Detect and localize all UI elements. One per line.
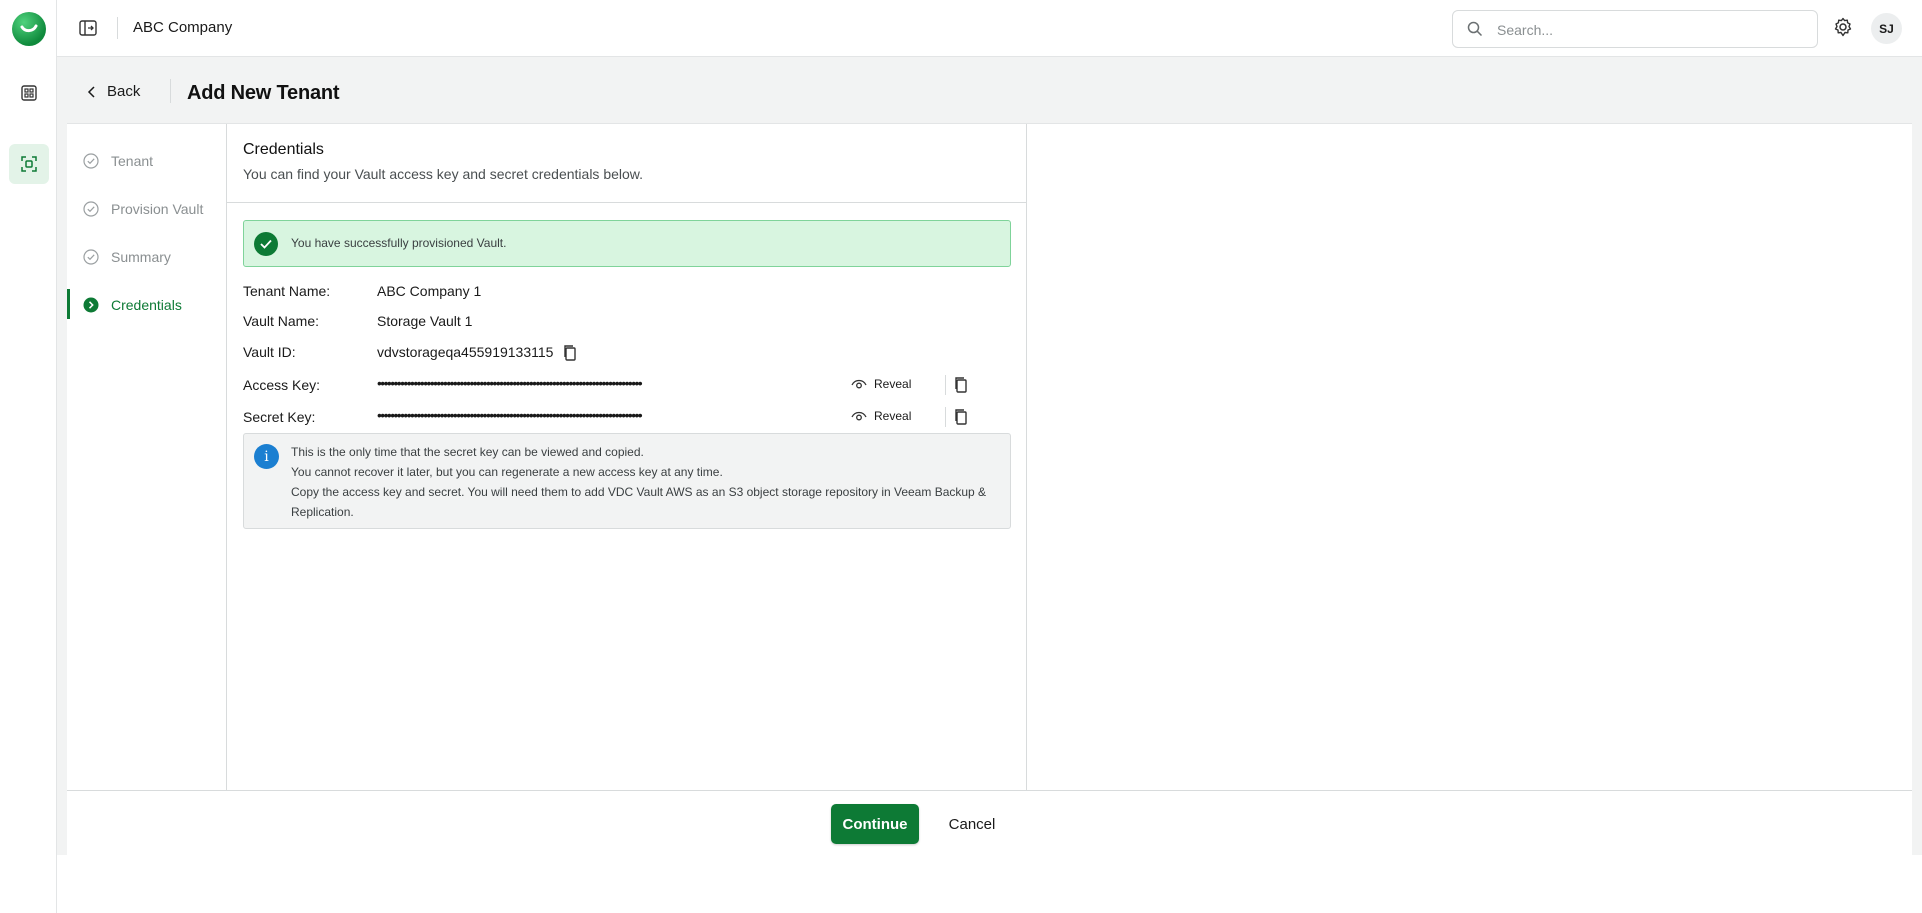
company-name: ABC Company xyxy=(133,19,233,36)
divider xyxy=(945,407,946,427)
success-check-icon xyxy=(254,232,278,256)
dashboard-icon xyxy=(21,85,37,101)
search-input[interactable] xyxy=(1497,20,1797,40)
info-line: This is the only time that the secret ke… xyxy=(291,445,644,459)
success-message: You have successfully provisioned Vault. xyxy=(291,236,507,250)
secret-key-label: Secret Key: xyxy=(243,409,316,425)
step-label: Provision Vault xyxy=(111,201,204,217)
step-current-icon xyxy=(83,297,99,313)
copy-access-key-icon[interactable] xyxy=(953,376,969,394)
vault-name-row: Vault Name: Storage Vault 1 xyxy=(243,311,1011,331)
logo-check-icon xyxy=(20,24,38,33)
back-button[interactable]: Back xyxy=(87,83,140,100)
copy-vault-id-icon[interactable] xyxy=(562,344,578,362)
eye-icon xyxy=(851,379,867,389)
info-text: This is the only time that the secret ke… xyxy=(291,442,991,522)
reveal-access-key-button[interactable]: Reveal xyxy=(851,377,911,391)
bottom-strip xyxy=(57,855,1922,913)
header-divider xyxy=(170,79,171,103)
right-pane xyxy=(1028,124,1912,791)
step-summary[interactable]: Summary xyxy=(67,243,227,271)
reveal-secret-key-button[interactable]: Reveal xyxy=(851,409,911,423)
secret-key-row: Secret Key: ••••••••••••••••••••••••••••… xyxy=(243,407,1011,427)
vault-id-value: vdvstorageqa455919133115 xyxy=(377,344,554,360)
step-label: Credentials xyxy=(111,297,182,313)
credentials-pane: Credentials You can find your Vault acce… xyxy=(227,124,1027,791)
topbar-divider xyxy=(117,17,118,39)
section-subtitle: You can find your Vault access key and s… xyxy=(243,166,644,182)
section-title: Credentials xyxy=(243,141,324,158)
main-content: Back Add New Tenant Tenant Provision Vau… xyxy=(57,57,1922,913)
gear-icon xyxy=(1834,17,1852,37)
user-avatar[interactable]: SJ xyxy=(1871,13,1902,44)
panel-toggle-icon xyxy=(79,20,97,36)
tenants-nav-button[interactable] xyxy=(9,144,49,184)
tenant-name-row: Tenant Name: ABC Company 1 xyxy=(243,281,1011,301)
wizard-steps: Tenant Provision Vault Summary Credentia… xyxy=(67,124,227,791)
access-key-label: Access Key: xyxy=(243,377,321,393)
search-box[interactable] xyxy=(1452,10,1818,48)
step-label: Tenant xyxy=(111,153,154,169)
secret-key-masked: ••••••••••••••••••••••••••••••••••••••••… xyxy=(377,407,643,423)
chevron-left-icon xyxy=(87,85,95,98)
left-rail xyxy=(0,0,57,913)
back-label: Back xyxy=(107,83,141,100)
step-done-icon xyxy=(83,201,99,217)
copy-secret-key-icon[interactable] xyxy=(953,408,969,426)
tenant-name-label: Tenant Name: xyxy=(243,283,331,299)
wizard-card: Tenant Provision Vault Summary Credentia… xyxy=(67,123,1912,791)
top-bar: ABC Company SJ xyxy=(57,0,1922,57)
dashboard-nav-button[interactable] xyxy=(9,73,49,113)
search-icon xyxy=(1467,21,1483,37)
info-line: Copy the access key and secret. You will… xyxy=(291,485,987,519)
app-logo[interactable] xyxy=(12,12,46,46)
access-key-row: Access Key: ••••••••••••••••••••••••••••… xyxy=(243,375,1011,395)
reveal-label: Reveal xyxy=(874,377,912,391)
cancel-button[interactable]: Cancel xyxy=(939,804,1005,844)
info-line: You cannot recover it later, but you can… xyxy=(291,465,723,479)
settings-button[interactable] xyxy=(1833,17,1853,40)
vault-name-label: Vault Name: xyxy=(243,313,319,329)
eye-icon xyxy=(851,411,867,421)
panel-toggle-button[interactable] xyxy=(77,17,99,39)
vault-id-row: Vault ID: vdvstorageqa455919133115 xyxy=(243,342,1011,362)
vault-name-value: Storage Vault 1 xyxy=(377,313,473,329)
tenant-scan-icon xyxy=(21,156,37,172)
wizard-footer: Continue Cancel xyxy=(67,790,1912,855)
step-provision-vault[interactable]: Provision Vault xyxy=(67,195,227,223)
reveal-label: Reveal xyxy=(874,409,912,423)
vault-id-label: Vault ID: xyxy=(243,344,296,360)
access-key-masked: ••••••••••••••••••••••••••••••••••••••••… xyxy=(377,375,643,391)
tenant-name-value: ABC Company 1 xyxy=(377,283,482,299)
step-done-icon xyxy=(83,153,99,169)
step-tenant[interactable]: Tenant xyxy=(67,147,227,175)
step-credentials[interactable]: Credentials xyxy=(67,289,227,319)
continue-button[interactable]: Continue xyxy=(831,804,919,844)
step-label: Summary xyxy=(111,249,171,265)
step-done-icon xyxy=(83,249,99,265)
info-banner: i This is the only time that the secret … xyxy=(243,433,1011,529)
info-icon: i xyxy=(254,444,279,469)
success-banner: You have successfully provisioned Vault. xyxy=(243,220,1011,267)
divider xyxy=(945,375,946,395)
section-divider xyxy=(227,202,1027,203)
page-title: Add New Tenant xyxy=(187,82,340,104)
